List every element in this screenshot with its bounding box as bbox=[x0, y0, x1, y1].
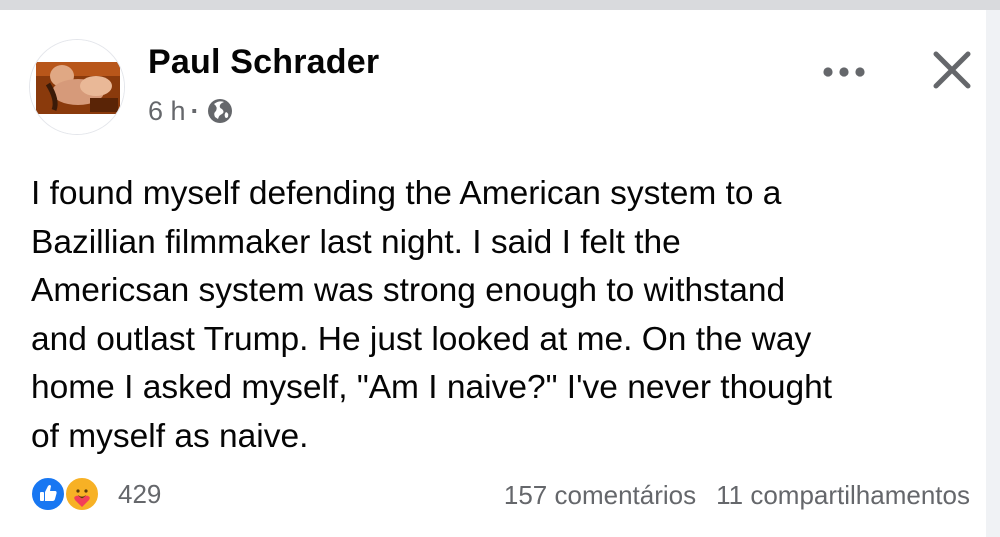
more-options-button[interactable] bbox=[818, 52, 870, 92]
meta-separator: · bbox=[190, 95, 200, 126]
top-divider-bar bbox=[0, 0, 1000, 10]
more-options-icon bbox=[823, 67, 865, 77]
close-icon bbox=[933, 51, 971, 89]
post-text-line: of myself as naive. bbox=[31, 417, 309, 455]
like-icon bbox=[30, 476, 66, 512]
author-name[interactable]: Paul Schrader bbox=[148, 43, 379, 82]
close-button[interactable] bbox=[926, 44, 978, 96]
reaction-icons bbox=[30, 476, 108, 512]
reactions-summary[interactable]: 429 bbox=[30, 476, 161, 512]
post-text-line: I found myself defending the American sy… bbox=[31, 175, 782, 212]
post-body-text: I found myself defending the American sy… bbox=[31, 170, 971, 461]
reaction-count: 429 bbox=[118, 478, 162, 509]
post-text-line: Americsan system was strong enough to wi… bbox=[31, 272, 786, 309]
post-card: Paul Schrader 6 h · I found myself defen… bbox=[0, 10, 986, 537]
shares-count-link[interactable]: 11 compartilhamentos bbox=[716, 480, 970, 511]
comments-count-link[interactable]: 157 comentários bbox=[504, 480, 696, 511]
right-edge-background bbox=[986, 10, 1000, 537]
post-text-line: home I asked myself, "Am I naive?" I've … bbox=[31, 369, 833, 406]
globe-icon bbox=[207, 99, 232, 123]
post-meta: 6 h · bbox=[148, 94, 233, 128]
post-text-line: and outlast Trump. He just looked at me.… bbox=[31, 320, 812, 358]
post-time[interactable]: 6 h bbox=[148, 96, 186, 127]
post-text-line: Bazillian filmmaker last night. I said I… bbox=[31, 223, 681, 261]
engagement-counts: 157 comentários 11 compartilhamentos bbox=[504, 478, 970, 512]
care-icon bbox=[64, 476, 100, 512]
author-avatar[interactable] bbox=[29, 39, 125, 135]
profile-photo bbox=[30, 40, 124, 134]
